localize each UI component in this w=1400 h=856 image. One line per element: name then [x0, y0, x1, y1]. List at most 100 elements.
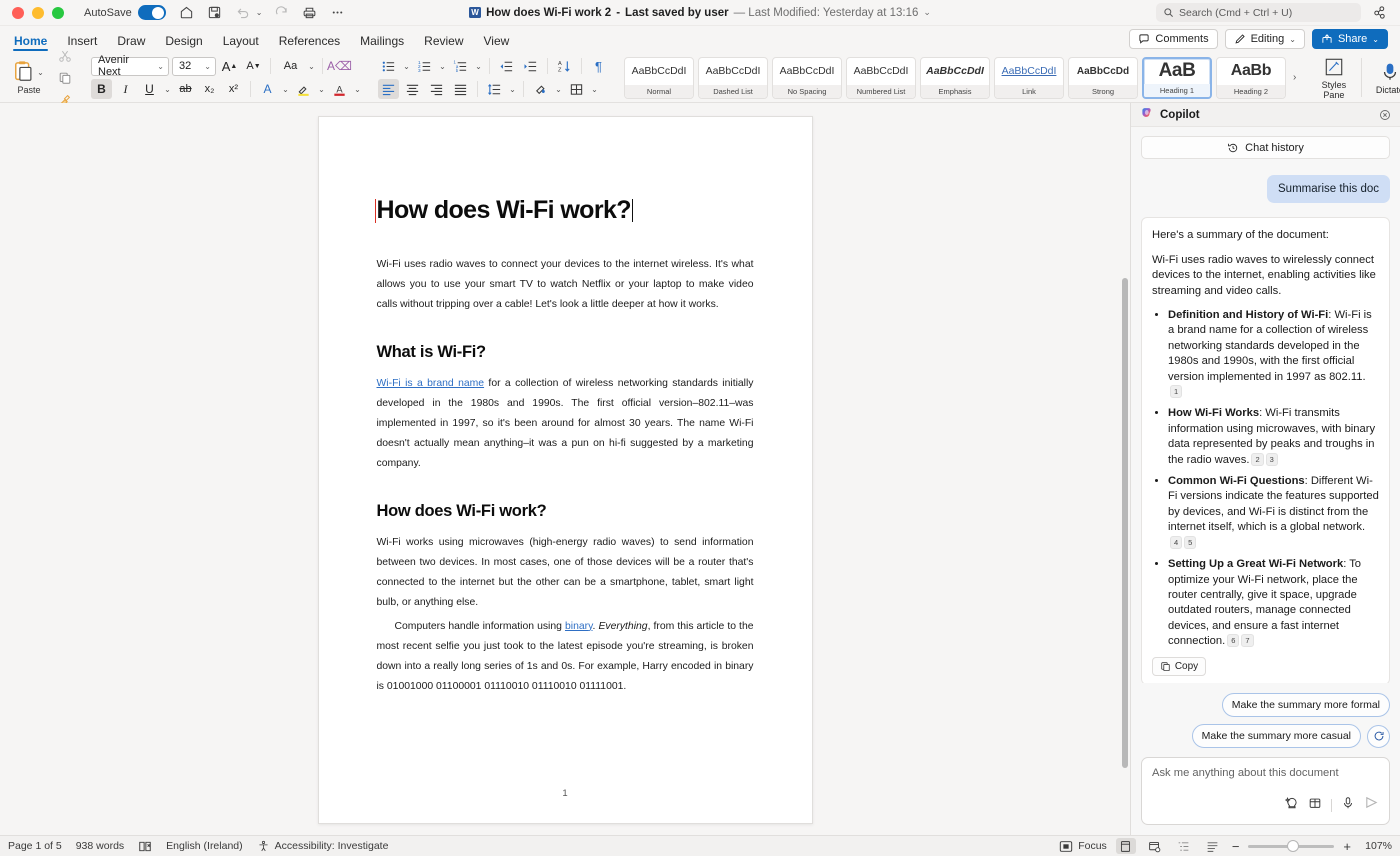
superscript-button[interactable]: x² — [223, 79, 244, 99]
show-formatting-marks-icon[interactable]: ¶ — [588, 56, 609, 76]
refresh-suggestions-button[interactable] — [1367, 725, 1390, 748]
zoom-in-button[interactable]: + — [1343, 839, 1351, 854]
citation-badge[interactable]: 3 — [1266, 453, 1278, 466]
document-heading-1[interactable]: How does Wi-Fi work? — [377, 197, 754, 225]
bullet-list-chevron-down-icon[interactable]: ⌄ — [402, 62, 411, 71]
bold-button[interactable]: B — [91, 79, 112, 99]
dictate-button[interactable]: Dictate — [1365, 53, 1400, 102]
document-intro-paragraph[interactable]: Wi-Fi uses radio waves to connect your d… — [377, 255, 754, 315]
draft-view-button[interactable] — [1203, 838, 1223, 854]
grow-font-icon[interactable]: A▲ — [219, 56, 240, 76]
citation-badge[interactable]: 4 — [1170, 536, 1182, 549]
send-icon[interactable] — [1364, 795, 1379, 815]
web-layout-view-button[interactable] — [1145, 838, 1165, 854]
tab-home[interactable]: Home — [4, 35, 57, 51]
paste-chevron-down-icon[interactable]: ⌄ — [36, 68, 45, 77]
chat-history-button[interactable]: Chat history — [1141, 136, 1390, 159]
align-left-button[interactable] — [378, 79, 399, 99]
print-layout-view-button[interactable] — [1116, 838, 1136, 854]
style-link[interactable]: AaBbCcDdI Link — [994, 57, 1064, 99]
sort-icon[interactable]: A Z — [554, 56, 575, 76]
font-color-chevron-down-icon[interactable]: ⌄ — [353, 85, 362, 94]
style-dashed-list[interactable]: AaBbCcDdI Dashed List — [698, 57, 768, 99]
undo-icon[interactable] — [234, 4, 251, 21]
suggestion-more-casual-chip[interactable]: Make the summary more casual — [1192, 724, 1361, 748]
citation-badge[interactable]: 2 — [1251, 453, 1263, 466]
font-size-combo[interactable]: 32 ⌄ — [172, 57, 216, 76]
multilevel-list-icon[interactable]: 1ab — [450, 56, 471, 76]
borders-chevron-down-icon[interactable]: ⌄ — [590, 85, 599, 94]
word-count[interactable]: 938 words — [76, 840, 124, 852]
clear-formatting-icon[interactable]: A⌫ — [329, 56, 350, 76]
italic-button[interactable]: I — [115, 79, 136, 99]
style-numbered-list[interactable]: AaBbCcDdI Numbered List — [846, 57, 916, 99]
align-right-button[interactable] — [426, 79, 447, 99]
align-center-button[interactable] — [402, 79, 423, 99]
zoom-level[interactable]: 107% — [1360, 840, 1392, 852]
tab-references[interactable]: References — [269, 35, 350, 51]
autosave-control[interactable]: AutoSave — [84, 5, 166, 20]
borders-icon[interactable] — [566, 79, 587, 99]
style-heading-1[interactable]: AaB Heading 1 — [1142, 57, 1212, 99]
change-case-icon[interactable]: Aa — [277, 56, 304, 76]
citation-badge[interactable]: 1 — [1170, 385, 1182, 398]
search-input[interactable]: Search (Cmd + Ctrl + U) — [1156, 3, 1361, 22]
styles-gallery-more-icon[interactable]: › — [1290, 72, 1299, 83]
tab-design[interactable]: Design — [155, 35, 212, 51]
document-page[interactable]: How does Wi-Fi work? Wi-Fi uses radio wa… — [318, 116, 813, 824]
citation-badge[interactable]: 7 — [1241, 634, 1253, 647]
microphone-icon[interactable] — [1341, 796, 1355, 815]
paste-button[interactable]: ⌄ Paste — [5, 60, 53, 95]
font-name-combo[interactable]: Avenir Next ⌄ — [91, 57, 169, 76]
tab-layout[interactable]: Layout — [213, 35, 269, 51]
minimize-window-button[interactable] — [32, 7, 44, 19]
undo-chevron-down-icon[interactable]: ⌄ — [256, 8, 263, 17]
copilot-prompt-input[interactable]: Ask me anything about this document — [1141, 757, 1390, 825]
editing-chevron-down-icon[interactable]: ⌄ — [1289, 35, 1296, 44]
zoom-slider-thumb[interactable] — [1287, 840, 1299, 852]
bullet-list-icon[interactable] — [378, 56, 399, 76]
increase-indent-icon[interactable] — [520, 56, 541, 76]
line-spacing-icon[interactable] — [484, 79, 505, 99]
print-icon[interactable] — [301, 4, 318, 21]
outline-view-button[interactable] — [1174, 838, 1194, 854]
language-status[interactable]: English (Ireland) — [166, 840, 242, 852]
copy-icon[interactable] — [54, 68, 75, 88]
shading-icon[interactable] — [530, 79, 551, 99]
text-effects-icon[interactable]: A — [257, 79, 278, 99]
document-paragraph-how-it-works[interactable]: Wi-Fi works using microwaves (high-energ… — [377, 533, 754, 613]
highlight-color-icon[interactable] — [293, 79, 314, 99]
zoom-out-button[interactable]: − — [1232, 839, 1240, 854]
save-icon[interactable] — [206, 4, 223, 21]
focus-button[interactable]: Focus — [1059, 840, 1107, 853]
multilevel-list-chevron-down-icon[interactable]: ⌄ — [474, 62, 483, 71]
document-title-chevron-down-icon[interactable]: ⌄ — [923, 7, 931, 18]
maximize-window-button[interactable] — [52, 7, 64, 19]
tab-review[interactable]: Review — [414, 35, 473, 51]
document-name[interactable]: How does Wi-Fi work 2 — [486, 7, 611, 19]
tab-mailings[interactable]: Mailings — [350, 35, 414, 51]
numbered-list-icon[interactable]: 123 — [414, 56, 435, 76]
tab-draw[interactable]: Draw — [107, 35, 155, 51]
style-normal[interactable]: AaBbCcDdI Normal — [624, 57, 694, 99]
share-button[interactable]: Share ⌄ — [1312, 29, 1388, 49]
subscript-button[interactable]: x₂ — [199, 79, 220, 99]
decrease-indent-icon[interactable] — [496, 56, 517, 76]
comments-button[interactable]: Comments — [1129, 29, 1217, 49]
document-canvas[interactable]: How does Wi-Fi work? Wi-Fi uses radio wa… — [0, 103, 1130, 835]
shrink-font-icon[interactable]: A▼ — [243, 56, 264, 76]
prompt-gallery-icon[interactable] — [1308, 796, 1322, 815]
prompt-ideas-icon[interactable] — [1285, 796, 1299, 815]
share-chevron-down-icon[interactable]: ⌄ — [1372, 35, 1379, 44]
more-options-icon[interactable] — [329, 4, 346, 21]
document-heading-what-is-wifi[interactable]: What is Wi-Fi? — [377, 343, 754, 362]
shading-chevron-down-icon[interactable]: ⌄ — [554, 85, 563, 94]
document-paragraph-binary[interactable]: Computers handle information using binar… — [377, 617, 754, 697]
page-info[interactable]: Page 1 of 5 — [8, 840, 62, 852]
citation-badge[interactable]: 5 — [1184, 536, 1196, 549]
cut-icon[interactable] — [54, 46, 75, 66]
underline-chevron-down-icon[interactable]: ⌄ — [163, 85, 172, 94]
underline-button[interactable]: U — [139, 79, 160, 99]
style-no-spacing[interactable]: AaBbCcDdI No Spacing — [772, 57, 842, 99]
proofing-icon[interactable] — [138, 840, 152, 853]
